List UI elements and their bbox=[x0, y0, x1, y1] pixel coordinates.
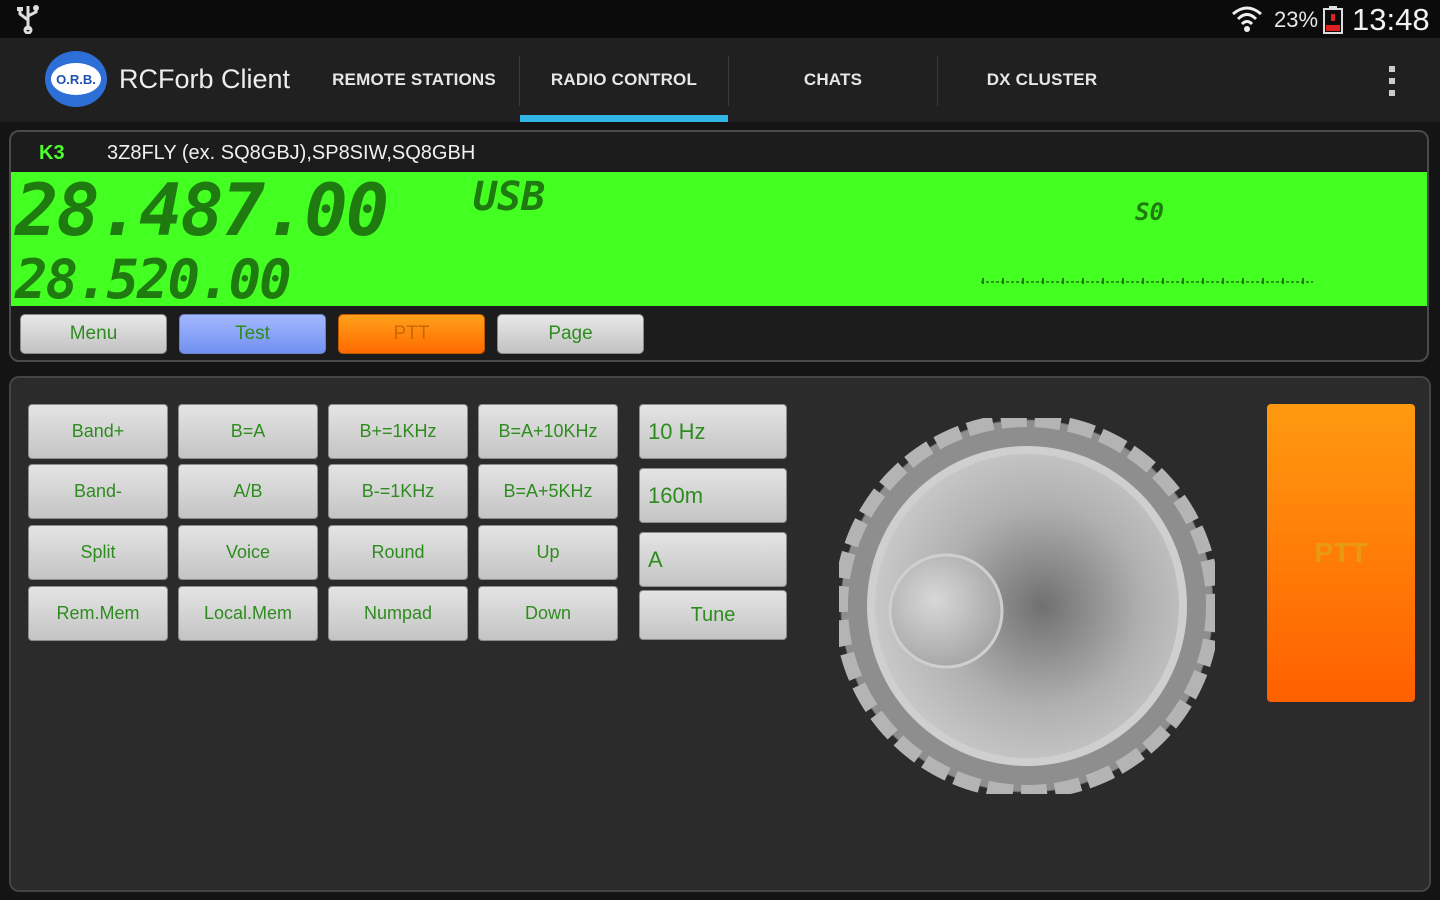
b-plus-1khz-button[interactable]: B+=1KHz bbox=[328, 404, 468, 459]
local-memory-button[interactable]: Local.Mem bbox=[178, 586, 318, 641]
svg-text:O.R.B.: O.R.B. bbox=[56, 72, 96, 87]
lcd-display: 28.487.00 28.520.00 USB S0 bbox=[11, 168, 1427, 311]
page-button[interactable]: Page bbox=[497, 314, 644, 354]
b-a-plus-5khz-button[interactable]: B=A+5KHz bbox=[478, 464, 618, 519]
test-button[interactable]: Test bbox=[179, 314, 326, 354]
menu-button[interactable]: Menu bbox=[20, 314, 167, 354]
b-minus-1khz-button[interactable]: B-=1KHz bbox=[328, 464, 468, 519]
radio-model: K3 bbox=[39, 142, 65, 164]
vfo-b-frequency: 28.520.00 bbox=[15, 248, 292, 311]
split-button[interactable]: Split bbox=[28, 525, 168, 580]
s-meter-label: S0 bbox=[1135, 198, 1164, 226]
wifi-icon bbox=[1232, 6, 1262, 32]
remote-memory-button[interactable]: Rem.Mem bbox=[28, 586, 168, 641]
status-bar: 23% 13:48 bbox=[0, 0, 1440, 38]
battery-icon bbox=[1323, 6, 1343, 34]
voice-button[interactable]: Voice bbox=[178, 525, 318, 580]
action-bar: O.R.B. RCForb Client REMOTE STATIONS RAD… bbox=[0, 38, 1440, 122]
a-b-swap-button[interactable]: A/B bbox=[178, 464, 318, 519]
s-meter-scale bbox=[981, 278, 1313, 284]
usb-icon bbox=[17, 5, 39, 34]
up-button[interactable]: Up bbox=[478, 525, 618, 580]
band-up-button[interactable]: Band+ bbox=[28, 404, 168, 459]
ptt-button[interactable]: PTT bbox=[1267, 404, 1415, 702]
clock: 13:48 bbox=[1352, 2, 1430, 37]
b-equals-a-button[interactable]: B=A bbox=[178, 404, 318, 459]
selected-tab-indicator bbox=[520, 115, 728, 122]
ptt-small-button[interactable]: PTT bbox=[338, 314, 485, 354]
control-panel: Band+ B=A B+=1KHz B=A+10KHz Band- A/B B-… bbox=[9, 376, 1431, 892]
overflow-menu-icon[interactable] bbox=[1380, 62, 1404, 100]
vfo-a-frequency: 28.487.00 bbox=[15, 168, 389, 252]
tab-dx-cluster[interactable]: DX CLUSTER bbox=[938, 38, 1146, 122]
station-list: 3Z8FLY (ex. SQ8GBJ),SP8SIW,SQ8GBH bbox=[107, 142, 476, 164]
tuning-knob[interactable] bbox=[839, 418, 1215, 794]
band-selector[interactable]: 160m bbox=[639, 468, 787, 523]
tab-chats[interactable]: CHATS bbox=[729, 38, 937, 122]
band-down-button[interactable]: Band- bbox=[28, 464, 168, 519]
app-logo-icon: O.R.B. bbox=[45, 51, 107, 107]
app-title: RCForb Client bbox=[119, 64, 291, 94]
tab-remote-stations[interactable]: REMOTE STATIONS bbox=[310, 38, 518, 122]
tab-radio-control[interactable]: RADIO CONTROL bbox=[520, 38, 728, 122]
b-a-plus-10khz-button[interactable]: B=A+10KHz bbox=[478, 404, 618, 459]
mode-display: USB bbox=[473, 174, 546, 220]
battery-percent: 23% bbox=[1274, 7, 1319, 32]
numpad-button[interactable]: Numpad bbox=[328, 586, 468, 641]
down-button[interactable]: Down bbox=[478, 586, 618, 641]
radio-display-panel: K3 3Z8FLY (ex. SQ8GBJ),SP8SIW,SQ8GBH 28.… bbox=[9, 130, 1429, 362]
round-button[interactable]: Round bbox=[328, 525, 468, 580]
tuning-step-selector[interactable]: 10 Hz bbox=[639, 404, 787, 459]
tune-button[interactable]: Tune bbox=[639, 590, 787, 640]
vfo-selector[interactable]: A bbox=[639, 532, 787, 587]
